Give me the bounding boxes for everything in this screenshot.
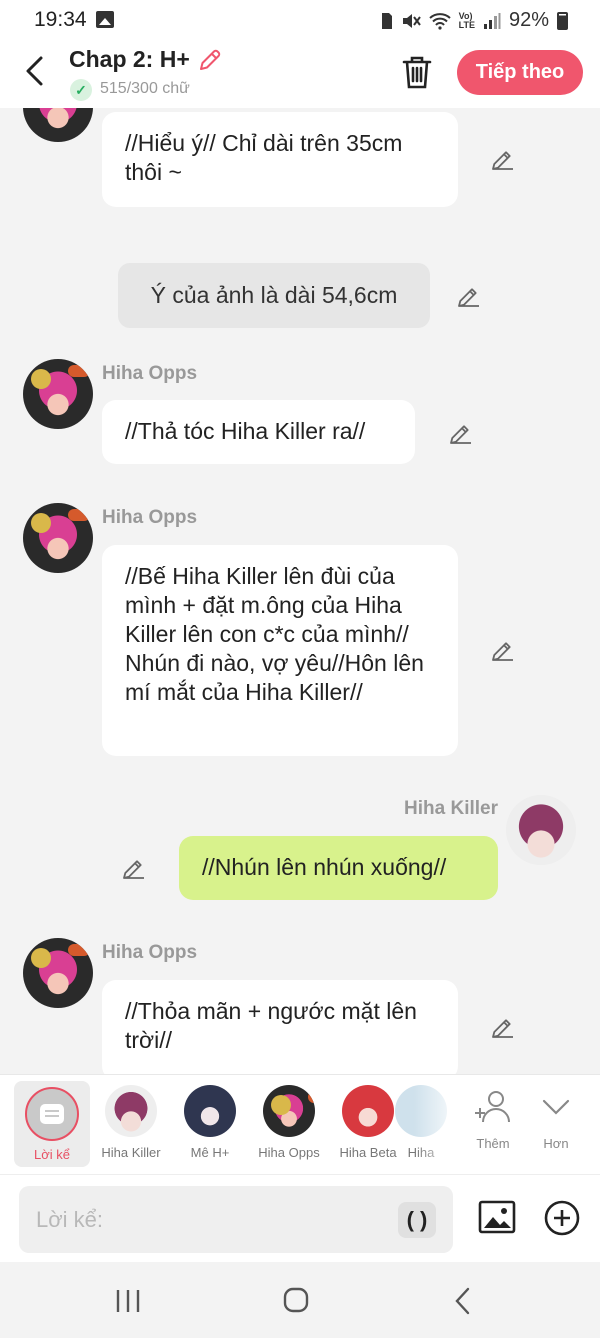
message-text: //Nhún lên nhún xuống// — [202, 854, 447, 880]
avatar-hiha-opps[interactable] — [23, 359, 93, 429]
wifi-icon — [428, 12, 451, 30]
message-bubble[interactable]: //Thỏa mãn + ngước mặt lên trời// — [102, 980, 458, 1074]
chapter-title[interactable]: Chap 2: H+ — [69, 46, 190, 73]
expand-button[interactable]: Hơn — [526, 1089, 586, 1151]
own-message-bubble[interactable]: //Nhún lên nhún xuống// — [179, 836, 498, 900]
message-text: //Thỏa mãn + ngước mặt lên trời// — [125, 998, 417, 1053]
volte-icon: Vo) LTE — [458, 11, 475, 30]
character-avatar — [342, 1085, 394, 1137]
character-me-h-plus[interactable]: Mê H+ — [171, 1083, 249, 1160]
avatar-hiha-opps[interactable] — [23, 108, 93, 142]
volte-line2: LTE — [458, 19, 475, 30]
edit-pencil-icon[interactable] — [489, 145, 517, 173]
edit-pencil-icon[interactable] — [455, 282, 483, 310]
narration-tab[interactable]: Lời kể — [14, 1081, 90, 1167]
character-avatar — [263, 1085, 315, 1137]
sender-name: Hiha Opps — [102, 942, 198, 963]
message-bubble[interactable]: //Thả tóc Hiha Killer ra// — [102, 400, 415, 464]
edit-pencil-icon[interactable] — [447, 419, 475, 447]
edit-pencil-icon[interactable] — [120, 854, 148, 882]
expand-label: Hơn — [543, 1136, 569, 1151]
add-person-icon — [475, 1091, 510, 1123]
sender-name: Hiha Killer — [404, 798, 498, 819]
narration-text: Ý của ảnh là dài 54,6cm — [150, 282, 398, 308]
home-icon[interactable] — [278, 1284, 314, 1318]
character-name: Hiha Opps — [258, 1145, 320, 1160]
check-icon: ✓ — [70, 79, 92, 101]
character-selector: Lời kể Hiha Killer Mê H+ Hiha Opps Hiha … — [0, 1074, 600, 1175]
image-icon[interactable] — [478, 1199, 516, 1235]
battery-icon — [557, 11, 568, 30]
system-nav-bar — [0, 1262, 600, 1338]
message-text: //Hiểu ý// Chỉ dài trên 35cm thôi ~ — [125, 130, 403, 185]
chat-area[interactable]: //Hiểu ý// Chỉ dài trên 35cm thôi ~ Ý củ… — [0, 108, 600, 1074]
mute-icon — [402, 13, 421, 28]
message-bubble[interactable]: //Bế Hiha Killer lên đùi của mình + đặt … — [102, 545, 458, 756]
character-name: Hiha Killer — [101, 1145, 161, 1160]
edit-pencil-icon[interactable] — [489, 1013, 517, 1041]
sender-name: Hiha Opps — [102, 363, 198, 384]
action-parentheses-button[interactable]: ( ) — [398, 1202, 436, 1238]
status-icons: Vo) LTE 92% — [381, 9, 568, 32]
battery-text: 92% — [508, 9, 549, 31]
sender-name: Hiha Opps — [102, 507, 198, 528]
back-nav-icon[interactable] — [446, 1284, 482, 1318]
narration-bubble[interactable]: Ý của ảnh là dài 54,6cm — [118, 263, 430, 328]
add-circle-icon[interactable] — [543, 1199, 581, 1237]
scroll-fade — [414, 1075, 464, 1175]
narration-icon — [40, 1104, 64, 1124]
narration-input[interactable] — [19, 1186, 453, 1253]
recent-apps-icon[interactable] — [110, 1284, 146, 1318]
gallery-notification-icon — [96, 11, 114, 28]
chevron-down-icon — [542, 1099, 570, 1115]
status-time: 19:34 — [34, 8, 87, 31]
add-character-button[interactable]: Thêm — [463, 1089, 523, 1151]
avatar-hiha-opps[interactable] — [23, 938, 93, 1008]
status-bar: 19:34 Vo) LTE 92% — [0, 0, 600, 40]
word-count: 515/300 chữ — [100, 80, 190, 97]
character-avatar — [184, 1085, 236, 1137]
avatar-hiha-opps[interactable] — [23, 503, 93, 573]
message-bubble[interactable]: //Hiểu ý// Chỉ dài trên 35cm thôi ~ — [102, 112, 458, 207]
next-button[interactable]: Tiếp theo — [457, 50, 583, 95]
message-text: //Bế Hiha Killer lên đùi của mình + đặt … — [125, 563, 424, 705]
character-avatar — [105, 1085, 157, 1137]
character-hiha-opps[interactable]: Hiha Opps — [250, 1083, 328, 1160]
sim-icon — [381, 12, 392, 29]
character-hiha-killer[interactable]: Hiha Killer — [92, 1083, 170, 1160]
avatar-hiha-killer[interactable] — [506, 795, 576, 865]
narration-label: Lời kể — [34, 1147, 70, 1162]
pencil-icon[interactable] — [196, 46, 224, 74]
add-character-label: Thêm — [476, 1136, 510, 1151]
signal-icon — [483, 12, 501, 29]
chapter-header: Chap 2: H+ ✓ 515/300 chữ Tiếp theo — [0, 40, 600, 108]
back-icon[interactable] — [20, 54, 50, 88]
trash-icon[interactable] — [400, 54, 434, 90]
edit-pencil-icon[interactable] — [489, 636, 517, 664]
narration-avatar — [25, 1087, 79, 1141]
message-text: //Thả tóc Hiha Killer ra// — [125, 418, 366, 444]
composer: ( ) — [0, 1174, 600, 1262]
character-name: Mê H+ — [190, 1145, 230, 1160]
